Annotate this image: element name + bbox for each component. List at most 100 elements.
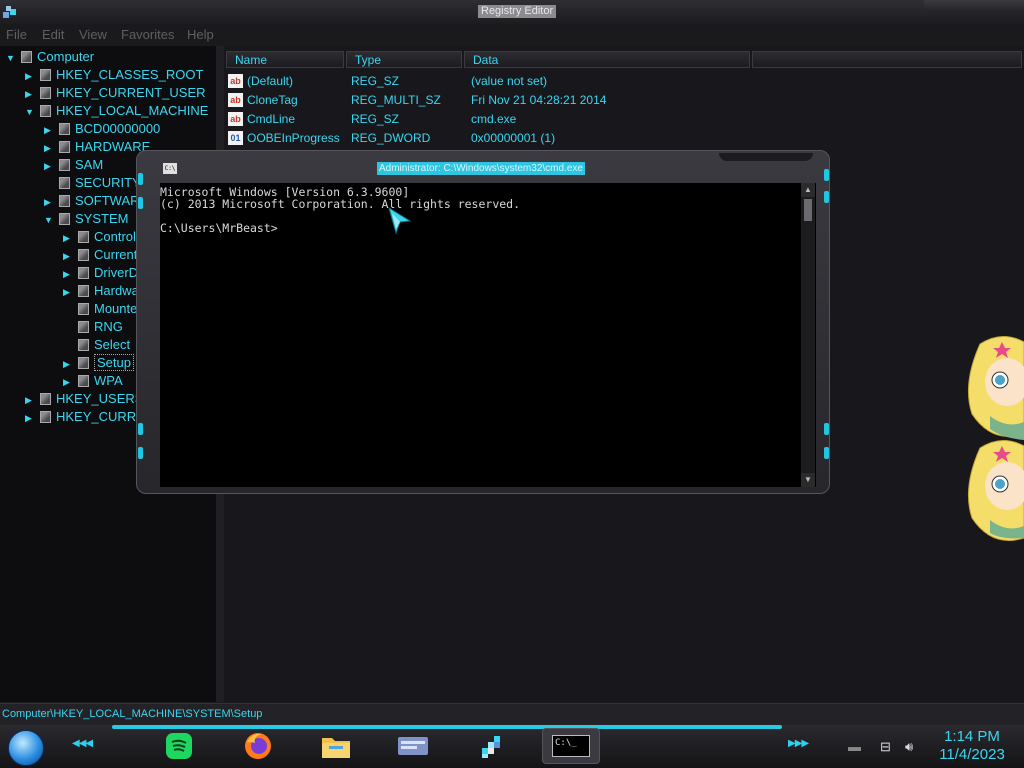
registry-editor-icon — [398, 737, 428, 755]
console-vertical-scrollbar[interactable]: ▲ ▼ — [801, 183, 815, 487]
console-line: (c) 2013 Microsoft Corporation. All righ… — [160, 197, 521, 211]
tree-item-label: HKEY_CLASSES_ROOT — [56, 67, 204, 82]
folder-icon — [59, 177, 70, 189]
collapsed-arrow-icon[interactable]: ▶ — [44, 193, 56, 211]
collapsed-arrow-icon[interactable]: ▶ — [63, 355, 75, 373]
taskbar-file-explorer-button[interactable] — [307, 728, 365, 764]
registry-editor-app-icon — [3, 6, 16, 18]
tree-item[interactable]: ▼ SYSTEM — [44, 210, 128, 228]
tree-item-label: SAM — [75, 157, 104, 172]
menu-view[interactable]: View — [79, 27, 107, 42]
tree-item[interactable]: ▶ SAM — [44, 156, 103, 174]
tree-item-label: HKEY_LOCAL_MACHINE — [56, 103, 209, 118]
scroll-up-icon[interactable]: ▲ — [801, 183, 815, 197]
tree-item[interactable]: ▶ HKEY_CURRENT_USER — [25, 84, 206, 102]
table-row[interactable]: ab (Default) REG_SZ (value not set) — [224, 72, 1024, 91]
show-hidden-icons-icon[interactable]: ▬ — [848, 739, 861, 754]
folder-icon — [40, 87, 51, 99]
taskbar-spotify-button[interactable] — [150, 728, 208, 764]
folder-icon — [40, 105, 51, 117]
taskbar-cmd-button[interactable]: C:\_ — [542, 728, 600, 764]
folder-icon — [78, 375, 89, 387]
frame-accent-light — [138, 173, 143, 185]
table-row[interactable]: ab CmdLine REG_SZ cmd.exe — [224, 110, 1024, 129]
tree-item[interactable]: Select — [63, 336, 130, 354]
start-button[interactable] — [8, 730, 44, 766]
tree-item[interactable]: ▶ HARDWARE — [44, 138, 150, 156]
volume-icon[interactable]: 🔊︎ — [905, 739, 913, 755]
scroll-down-icon[interactable]: ▼ — [801, 473, 815, 487]
tree-item[interactable]: ▼ Computer — [6, 48, 94, 66]
registry-editor-titlebar[interactable]: Registry Editor — [0, 0, 1024, 24]
value-data: cmd.exe — [471, 112, 517, 126]
menu-favorites[interactable]: Favorites — [121, 27, 174, 42]
column-header-empty — [752, 51, 1022, 68]
folder-icon — [59, 213, 70, 225]
tree-item-label: WPA — [94, 373, 123, 388]
expanded-arrow-icon[interactable]: ▼ — [6, 49, 18, 67]
collapsed-arrow-icon[interactable]: ▶ — [25, 67, 37, 85]
frame-accent-light — [824, 191, 829, 203]
tree-item[interactable]: ▶ WPA — [63, 372, 123, 390]
tree-item-label: SECURITY — [75, 175, 141, 190]
collapsed-arrow-icon[interactable]: ▶ — [44, 139, 56, 157]
cmd-window[interactable]: C:\ Administrator: C:\Windows\system32\c… — [136, 150, 830, 494]
clock-time[interactable]: 1:14 PM — [940, 728, 1004, 745]
collapsed-arrow-icon[interactable]: ▶ — [63, 283, 75, 301]
mouse-cursor-icon — [388, 207, 412, 235]
menu-edit[interactable]: Edit — [42, 27, 64, 42]
tree-item-label: HKEY_USERS — [56, 391, 144, 406]
taskbar-pixel-app-button[interactable] — [464, 728, 522, 764]
expanded-arrow-icon[interactable]: ▼ — [44, 211, 56, 229]
folder-icon — [78, 249, 89, 261]
window-decoration — [924, 0, 1024, 12]
desktop-character-decoration — [967, 336, 1024, 541]
tree-item[interactable]: ▶ Setup — [63, 354, 134, 372]
collapsed-arrow-icon[interactable]: ▶ — [63, 229, 75, 247]
frame-accent-light — [138, 423, 143, 435]
collapsed-arrow-icon[interactable]: ▶ — [63, 265, 75, 283]
collapsed-arrow-icon[interactable]: ▶ — [25, 85, 37, 103]
table-row[interactable]: ab CloneTag REG_MULTI_SZ Fri Nov 21 04:28:2… — [224, 91, 1024, 110]
collapsed-arrow-icon[interactable]: ▶ — [63, 247, 75, 265]
folder-icon — [78, 303, 89, 315]
table-row[interactable]: 01 OOBEInProgress REG_DWORD 0x00000001 (1) — [224, 129, 1024, 148]
collapsed-arrow-icon[interactable]: ▶ — [44, 157, 56, 175]
collapsed-arrow-icon[interactable]: ▶ — [63, 373, 75, 391]
collapsed-arrow-icon[interactable]: ▶ — [25, 409, 37, 427]
folder-icon — [21, 51, 32, 63]
tree-item-label: Computer — [37, 49, 95, 64]
cmd-app-icon[interactable]: C:\ — [163, 163, 177, 174]
tree-item[interactable]: SECURITY — [44, 174, 141, 192]
frame-accent-light — [138, 447, 143, 459]
scroll-thumb[interactable] — [804, 199, 812, 221]
tree-item[interactable]: RNG — [63, 318, 123, 336]
tree-item[interactable]: ▶ SOFTWARE — [44, 192, 148, 210]
collapsed-arrow-icon[interactable]: ▶ — [44, 121, 56, 139]
string-value-icon: ab — [228, 93, 243, 107]
tree-item-label: RNG — [94, 319, 123, 334]
tree-item[interactable]: ▶ HKEY_CLASSES_ROOT — [25, 66, 203, 84]
chevron-decoration-icon: ▶▶▶ — [788, 738, 809, 749]
column-header-type[interactable]: Type — [346, 51, 462, 68]
column-header-name[interactable]: Name — [226, 51, 344, 68]
taskbar-registry-editor-button[interactable] — [384, 728, 442, 764]
network-icon[interactable]: ⊟ — [880, 739, 891, 755]
clock-date[interactable]: 11/4/2023 — [934, 746, 1010, 763]
status-bar: Computer\HKEY_LOCAL_MACHINE\SYSTEM\Setup — [0, 703, 1024, 726]
collapsed-arrow-icon[interactable]: ▶ — [25, 391, 37, 409]
expanded-arrow-icon[interactable]: ▼ — [25, 103, 37, 121]
tree-item[interactable]: ▶ BCD00000000 — [44, 120, 160, 138]
tree-item[interactable]: ▼ HKEY_LOCAL_MACHINE — [25, 102, 208, 120]
menu-file[interactable]: File — [6, 27, 27, 42]
firefox-icon — [245, 733, 271, 759]
menu-help[interactable]: Help — [187, 27, 214, 42]
value-type: REG_DWORD — [351, 131, 431, 145]
taskbar-firefox-button[interactable] — [229, 728, 287, 764]
frame-accent-light — [138, 197, 143, 209]
column-header-data[interactable]: Data — [464, 51, 750, 68]
tree-item[interactable]: ▶ HKEY_USERS — [25, 390, 143, 408]
console-output[interactable]: Microsoft Windows [Version 6.3.9600] (c)… — [160, 183, 816, 487]
value-data: 0x00000001 (1) — [471, 131, 556, 145]
console-prompt[interactable]: C:\Users\MrBeast> — [160, 222, 278, 235]
